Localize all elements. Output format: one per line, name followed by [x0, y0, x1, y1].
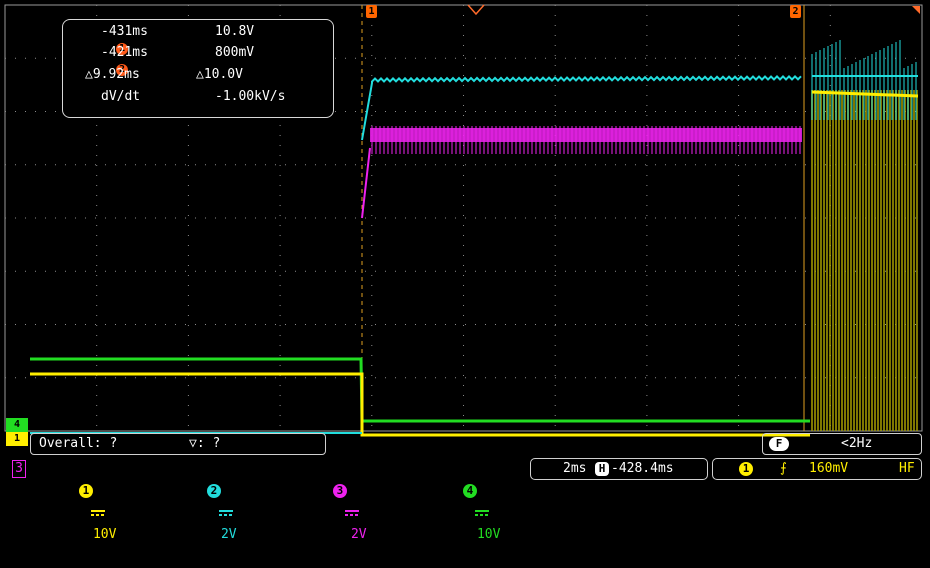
- trigger-settings[interactable]: 1 ⨍ 160mV HF: [712, 458, 922, 480]
- ch1-trace: [30, 372, 810, 437]
- frequency-value: <2Hz: [841, 436, 873, 451]
- cursor-2-value: 800mV: [215, 45, 255, 60]
- dc-coupling-icon: [90, 509, 105, 516]
- ch4-trace: [30, 357, 810, 423]
- dvdt-label: dV/dt: [101, 89, 141, 104]
- ch4-level-tab[interactable]: 4: [6, 418, 28, 432]
- measurement-sub: ▽: ?: [189, 436, 221, 451]
- cursor-1-time: -431ms: [101, 24, 148, 39]
- horizontal-position-icon: H: [595, 462, 609, 476]
- dc-coupling-icon: [474, 509, 489, 516]
- ch1-badge: 1: [78, 483, 93, 498]
- dc-coupling-icon: [344, 509, 359, 516]
- ch3-trace-band: [370, 128, 802, 142]
- frequency-icon: F: [769, 437, 789, 451]
- trigger-level: 160mV: [809, 461, 849, 476]
- ch4-setting[interactable]: 4 10V: [416, 458, 500, 542]
- ch1-setting[interactable]: 1 10V: [32, 458, 116, 542]
- trigger-coupling: HF: [899, 461, 915, 476]
- horizontal-settings[interactable]: 2ms H -428.4ms: [530, 458, 708, 480]
- ch1-scale: 10V: [92, 527, 117, 542]
- delta-time: △9.92ms: [85, 67, 140, 82]
- ch2-badge: 2: [206, 483, 221, 498]
- rising-edge-icon: ⨍: [780, 461, 787, 476]
- top-right-marker: [912, 6, 920, 14]
- cursor-1-marker[interactable]: 1: [366, 5, 377, 18]
- measurement-bar[interactable]: Overall: ? ▽: ?: [30, 433, 326, 455]
- dvdt-value: -1.00kV/s: [215, 89, 286, 104]
- horizontal-offset: -428.4ms: [611, 461, 674, 476]
- cursor-2-marker[interactable]: 2: [790, 5, 801, 18]
- trigger-source-badge: 1: [739, 462, 753, 476]
- ch3-badge: 3: [332, 483, 347, 498]
- status-bar: 3 1 10V 2 2V 3 2V 4 10V 2ms H -428.4ms 1…: [0, 458, 930, 542]
- ch3-scale: 2V: [350, 527, 367, 542]
- ch4-badge: 4: [462, 483, 477, 498]
- oscilloscope-screen: 1 2 1 -431ms 10.8V 2 -421ms 800mV △9.92m…: [0, 0, 930, 542]
- ch1-level-tab[interactable]: 1: [6, 432, 28, 446]
- delta-voltage: △10.0V: [196, 67, 243, 82]
- cursor-1-value: 10.8V: [215, 24, 255, 39]
- measurement-label: Overall: ?: [39, 436, 118, 451]
- cursor-2-time: -421ms: [101, 45, 148, 60]
- frequency-counter[interactable]: F <2Hz: [762, 433, 922, 455]
- ch4-scale: 10V: [476, 527, 501, 542]
- ch3-rise: [361, 147, 371, 219]
- ch2-setting[interactable]: 2 2V: [160, 458, 237, 542]
- trigger-position-marker: [467, 4, 485, 16]
- ch2-scale: 2V: [220, 527, 237, 542]
- timebase-value: 2ms: [563, 461, 587, 476]
- dc-coupling-icon: [218, 509, 233, 516]
- ch3-setting[interactable]: 3 2V: [286, 458, 367, 542]
- page-indicator[interactable]: 3: [12, 460, 26, 478]
- cursor-readout: 1 -431ms 10.8V 2 -421ms 800mV △9.92ms △1…: [62, 19, 334, 118]
